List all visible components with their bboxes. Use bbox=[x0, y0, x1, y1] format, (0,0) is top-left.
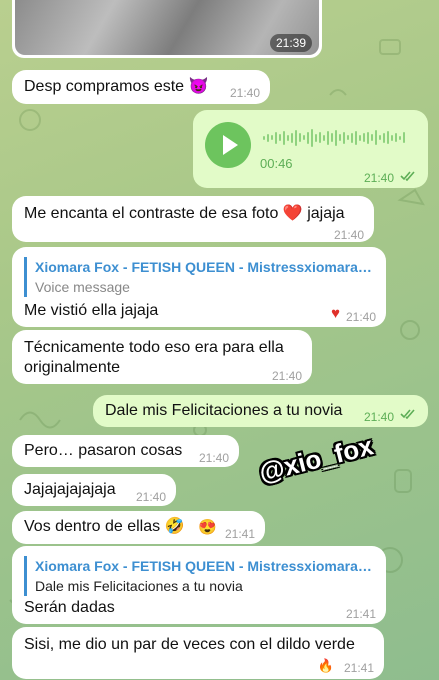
message-text: Desp compramos este 😈 bbox=[24, 78, 209, 95]
message-time: 21:41 bbox=[345, 607, 376, 621]
message-time: 21:40 bbox=[363, 410, 394, 424]
message-text: Me encanta el contraste de esa foto ❤️ j… bbox=[24, 205, 345, 222]
play-button[interactable] bbox=[205, 122, 251, 168]
message-time: 21:40 bbox=[333, 228, 364, 242]
message-time: 21:40 bbox=[198, 451, 229, 465]
double-check-icon bbox=[400, 171, 415, 181]
message-time: 21:41 bbox=[343, 661, 374, 675]
message-time: 21:40 bbox=[345, 310, 376, 324]
message-incoming-reply[interactable]: Xiomara Fox - FETISH QUEEN - Mistressxio… bbox=[12, 247, 386, 327]
message-time: 21:40 bbox=[363, 171, 394, 185]
message-incoming[interactable]: Técnicamente todo eso era para ella orig… bbox=[12, 330, 312, 384]
media-message[interactable]: 21:39 bbox=[12, 0, 322, 58]
message-outgoing[interactable]: Dale mis Felicitaciones a tu novia 21:40 bbox=[93, 395, 428, 427]
message-text: Me vistió ella jajaja bbox=[24, 302, 159, 319]
message-time: 21:40 bbox=[229, 86, 260, 100]
message-text: Vos dentro de ellas 🤣 bbox=[24, 518, 185, 535]
message-text: Dale mis Felicitaciones a tu novia bbox=[105, 402, 343, 419]
message-incoming[interactable]: Me encanta el contraste de esa foto ❤️ j… bbox=[12, 196, 374, 242]
message-text-line: originalmente bbox=[24, 359, 121, 376]
message-time: 21:39 bbox=[269, 34, 312, 52]
reply-text: Voice message bbox=[35, 279, 130, 295]
reply-sender-name: Xiomara Fox - FETISH QUEEN - Mistressxio… bbox=[35, 558, 375, 574]
reply-quote[interactable]: Xiomara Fox - FETISH QUEEN - Mistressxio… bbox=[24, 556, 375, 596]
heart-eyes-reaction-icon[interactable]: 😍 bbox=[198, 518, 217, 538]
reply-quote[interactable]: Xiomara Fox - FETISH QUEEN - Mistressxio… bbox=[24, 257, 375, 297]
message-time: 21:40 bbox=[271, 369, 302, 383]
message-incoming[interactable]: Jajajajajajaja 21:40 bbox=[12, 474, 176, 506]
message-incoming-reply[interactable]: Xiomara Fox - FETISH QUEEN - Mistressxio… bbox=[12, 546, 386, 624]
watermark: @xio_fox bbox=[255, 430, 377, 488]
message-text: Jajajajajajaja bbox=[24, 481, 116, 498]
message-incoming[interactable]: Desp compramos este 😈 21:40 bbox=[12, 70, 270, 104]
message-incoming[interactable]: Pero… pasaron cosas 21:40 bbox=[12, 435, 239, 467]
message-text-line: Técnicamente todo eso era para ella bbox=[24, 339, 284, 356]
voice-waveform[interactable] bbox=[263, 128, 407, 148]
fire-reaction-icon[interactable]: 🔥 bbox=[318, 656, 334, 676]
voice-message-outgoing[interactable]: 00:46 21:40 bbox=[193, 110, 428, 188]
message-text: Pero… pasaron cosas bbox=[24, 442, 183, 459]
double-check-icon bbox=[400, 409, 415, 419]
message-text: Sisi, me dio un par de veces con el dild… bbox=[24, 636, 355, 653]
message-time: 21:40 bbox=[135, 490, 166, 504]
message-incoming[interactable]: Sisi, me dio un par de veces con el dild… bbox=[12, 627, 384, 679]
reply-sender-name: Xiomara Fox - FETISH QUEEN - Mistressxio… bbox=[35, 259, 375, 275]
voice-duration: 00:46 bbox=[260, 156, 293, 171]
heart-emoji: ❤️ bbox=[282, 205, 303, 222]
heart-reaction-icon[interactable]: ♥ bbox=[331, 304, 340, 324]
reply-text: Dale mis Felicitaciones a tu novia bbox=[35, 578, 243, 594]
message-text: Serán dadas bbox=[24, 599, 115, 616]
message-time: 21:41 bbox=[224, 527, 255, 541]
message-incoming[interactable]: Vos dentro de ellas 🤣 😍 21:41 bbox=[12, 511, 265, 544]
